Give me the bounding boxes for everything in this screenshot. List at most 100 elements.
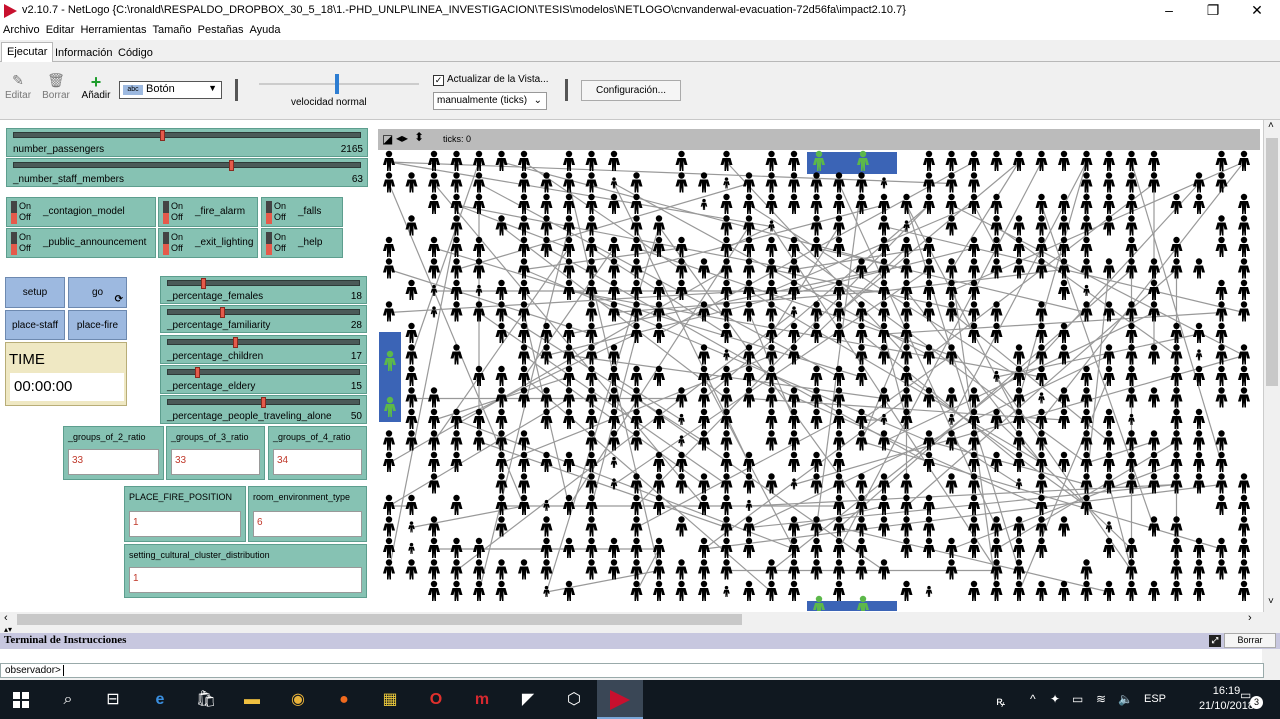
add-button[interactable]: + Añadir [80, 72, 112, 101]
slider-percentage-alone[interactable]: _percentage_people_traveling_alone 50 [160, 395, 367, 424]
slider-percentage-children[interactable]: _percentage_children 17 [160, 335, 367, 364]
opera-icon[interactable]: O [423, 687, 449, 713]
tab-codigo[interactable]: Código [112, 43, 159, 62]
people-icon[interactable]: ꝶ [996, 692, 1005, 709]
chevron-up-icon[interactable]: ^ [1030, 692, 1036, 706]
switch-exit-lighting[interactable]: On Off _exit_lighting [158, 228, 258, 258]
clear-button[interactable]: Borrar [1224, 633, 1276, 648]
input-field[interactable]: 1 [129, 511, 241, 537]
passenger-agent [608, 408, 620, 429]
switch-contagion-model[interactable]: On Off _contagion_model [6, 197, 156, 227]
update-mode-select[interactable]: manualmente (ticks) ⌄ [433, 92, 547, 110]
tab-ejecutar[interactable]: Ejecutar [1, 42, 54, 63]
update-view-checkbox[interactable]: ✓ [433, 75, 444, 86]
horizontal-scrollbar[interactable]: ‹ › [0, 612, 1264, 627]
passenger-agent [450, 150, 463, 171]
scroll-up-icon[interactable]: ˄ [1268, 120, 1274, 131]
go-button[interactable]: go ⟳ [68, 277, 127, 308]
input-field[interactable]: 34 [273, 449, 362, 475]
wifi-icon[interactable]: ≋ [1096, 692, 1106, 706]
volume-icon[interactable]: 🔈 [1118, 692, 1133, 706]
battery-icon[interactable]: ▭ [1072, 692, 1083, 706]
switch-toggle[interactable] [163, 201, 169, 224]
scroll-thumb[interactable] [17, 614, 742, 625]
task-view-icon[interactable]: ⊟ [100, 687, 126, 713]
slider-knob[interactable] [229, 160, 235, 171]
passenger-agent [720, 537, 733, 558]
slider-number-staff[interactable]: _number_staff_members 63 [6, 158, 368, 187]
flag-app-icon[interactable]: ◤ [515, 687, 541, 713]
chrome-icon[interactable]: ◉ [285, 687, 311, 713]
command-input[interactable]: observador> [0, 663, 1264, 678]
scroll-down-icon[interactable]: ˅ [1268, 596, 1274, 607]
switch-toggle[interactable] [163, 232, 169, 255]
horizontal-arrows-icon[interactable]: ◂▸ [396, 131, 408, 145]
slider-number-passengers[interactable]: number_passengers 2165 [6, 128, 368, 157]
edit-button[interactable]: ✎ Editar [4, 72, 32, 101]
scroll-left-icon[interactable]: ‹ [4, 612, 8, 624]
close-button[interactable]: ✕ [1234, 0, 1280, 22]
widget-type-select[interactable]: abc Botón ▼ [119, 81, 222, 99]
delete-button[interactable]: 🗑 Borrar [40, 72, 72, 101]
switch-help[interactable]: On Off _help [261, 228, 343, 258]
setup-button[interactable]: setup [5, 277, 65, 308]
passenger-agent [855, 430, 868, 451]
slider-percentage-familiarity[interactable]: _percentage_familiarity 28 [160, 305, 367, 333]
switch-toggle[interactable] [266, 232, 272, 255]
language-indicator[interactable]: ESP [1144, 693, 1166, 705]
taskbar-netlogo-active[interactable] [597, 680, 643, 719]
passenger-agent [1238, 344, 1250, 365]
notifications-icon[interactable]: ▭ 3 [1240, 688, 1263, 710]
scroll-right-icon[interactable]: › [1248, 612, 1252, 624]
menu-tamano[interactable]: Tamaño [149, 22, 194, 38]
input-field[interactable]: 6 [253, 511, 362, 537]
slider-knob[interactable] [160, 130, 166, 141]
slider-knob[interactable] [219, 307, 225, 318]
slider-percentage-females[interactable]: _percentage_females 18 [160, 276, 367, 304]
slider-knob[interactable] [200, 278, 206, 289]
app-m-icon[interactable]: m [469, 687, 495, 713]
slider-knob[interactable] [195, 367, 201, 378]
scroll-thumb[interactable] [1266, 138, 1278, 386]
menu-ayuda[interactable]: Ayuda [246, 22, 283, 38]
cube-app-icon[interactable]: ⬡ [561, 687, 587, 713]
tab-informacion[interactable]: Información [49, 43, 118, 62]
slider-percentage-eldery[interactable]: _percentage_eldery 15 [160, 365, 367, 394]
menu-herramientas[interactable]: Herramientas [77, 22, 149, 38]
vertical-arrows-icon[interactable]: ⬍ [414, 130, 424, 144]
speed-slider-knob[interactable] [335, 74, 339, 94]
vertical-scrollbar[interactable]: ˄ ˅ [1264, 120, 1280, 612]
switch-public-announcement[interactable]: On Off _public_announcement [6, 228, 156, 258]
slider-knob[interactable] [261, 397, 266, 408]
passenger-agent [383, 451, 395, 472]
expand-icon[interactable]: ⤢ [1209, 635, 1221, 647]
input-field[interactable]: 33 [68, 449, 159, 475]
input-field[interactable]: 1 [129, 567, 362, 593]
switch-toggle[interactable] [11, 201, 17, 224]
input-field[interactable]: 33 [171, 449, 260, 475]
maximize-button[interactable]: ❐ [1190, 0, 1236, 22]
place-staff-button[interactable]: place-staff [5, 310, 65, 340]
switch-falls[interactable]: On Off _falls [261, 197, 343, 227]
place-fire-button[interactable]: place-fire [68, 310, 127, 340]
menu-pestanas[interactable]: Pestañas [195, 22, 247, 38]
minimize-button[interactable]: – [1146, 0, 1192, 22]
menu-archivo[interactable]: Archivo [0, 22, 43, 38]
dropbox-icon[interactable]: ✦ [1050, 692, 1060, 706]
world-view[interactable] [379, 150, 1259, 611]
edge-browser-icon[interactable]: e [147, 687, 173, 713]
switch-toggle[interactable] [11, 232, 17, 255]
search-icon[interactable]: ⌕ [55, 687, 81, 713]
zoom-icon[interactable]: ◪ [382, 132, 393, 146]
slider-knob[interactable] [232, 337, 238, 348]
switch-toggle[interactable] [266, 201, 272, 224]
windows-start-icon[interactable] [8, 687, 34, 713]
menu-editar[interactable]: Editar [43, 22, 78, 38]
store-icon[interactable]: 🛍 [193, 687, 219, 713]
app-icon[interactable]: ▦ [377, 687, 403, 713]
file-explorer-icon[interactable]: ▬ [239, 687, 265, 713]
firefox-icon[interactable]: ● [331, 687, 357, 713]
switch-fire-alarm[interactable]: On Off _fire_alarm [158, 197, 258, 227]
settings-button[interactable]: Configuración... [581, 80, 681, 101]
speed-slider-track[interactable] [259, 83, 419, 85]
